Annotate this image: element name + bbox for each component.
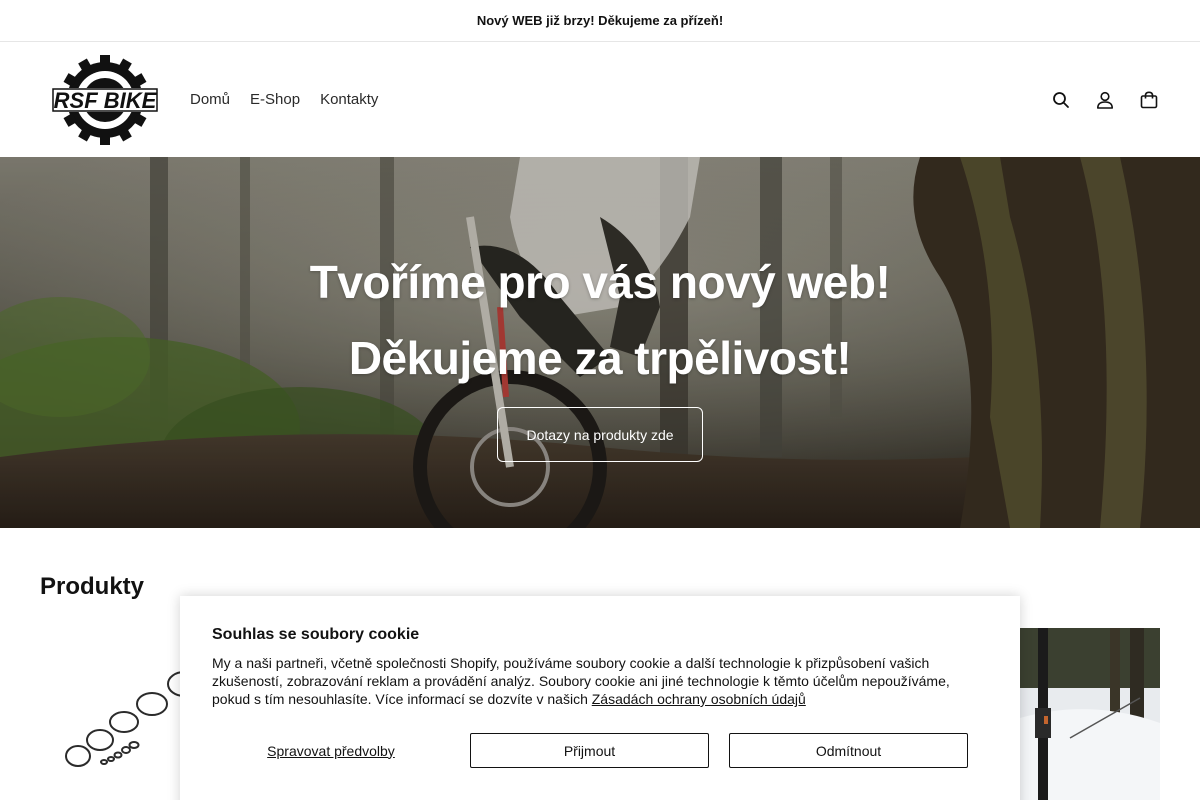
search-icon[interactable] — [1050, 89, 1072, 111]
product-image-seals[interactable] — [40, 628, 190, 800]
cart-icon[interactable] — [1138, 89, 1160, 111]
products-heading: Produkty — [40, 573, 145, 600]
account-icon[interactable] — [1094, 89, 1116, 111]
hero-content: Tvoříme pro vás nový web! Děkujeme za tr… — [0, 157, 1200, 528]
product-inquiry-button[interactable]: Dotazy na produkty zde — [497, 407, 703, 462]
header-icons — [1050, 89, 1160, 111]
cookie-banner-title: Souhlas se soubory cookie — [212, 626, 420, 643]
cookie-banner-body: My a naši partneři, včetně společnosti S… — [212, 655, 950, 707]
rsf-bike-logo[interactable]: RSF BIKE — [52, 54, 158, 145]
main-nav: Domů E-Shop Kontakty — [190, 91, 378, 108]
hero-subheading: Děkujeme za trpělivost! — [348, 332, 852, 384]
nav-link-eshop[interactable]: E-Shop — [250, 91, 300, 108]
site-header: RSF BIKE Domů E-Shop Kontakty — [0, 42, 1200, 157]
cookie-banner-text: My a naši partneři, včetně společnosti S… — [212, 654, 988, 708]
announcement-bar: Nový WEB již brzy! Děkujeme za přízeň! — [0, 0, 1200, 42]
announcement-text: Nový WEB již brzy! Děkujeme za přízeň! — [476, 13, 724, 28]
svg-text:RSF BIKE: RSF BIKE — [54, 88, 158, 113]
hero-banner: Tvoříme pro vás nový web! Děkujeme za tr… — [0, 157, 1200, 528]
privacy-policy-link[interactable]: Zásadách ochrany osobních údajů — [592, 691, 806, 707]
accept-cookies-button[interactable]: Přijmout — [470, 733, 709, 768]
manage-preferences-link[interactable]: Spravovat předvolby — [212, 743, 450, 759]
decline-cookies-button[interactable]: Odmítnout — [729, 733, 968, 768]
product-image-fork[interactable] — [1020, 628, 1160, 800]
nav-link-contacts[interactable]: Kontakty — [320, 91, 378, 108]
cookie-consent-banner: Souhlas se soubory cookie My a naši part… — [180, 596, 1020, 800]
nav-link-home[interactable]: Domů — [190, 91, 230, 108]
cookie-actions: Spravovat předvolby Přijmout Odmítnout — [212, 733, 968, 768]
hero-heading: Tvoříme pro vás nový web! — [309, 256, 891, 308]
